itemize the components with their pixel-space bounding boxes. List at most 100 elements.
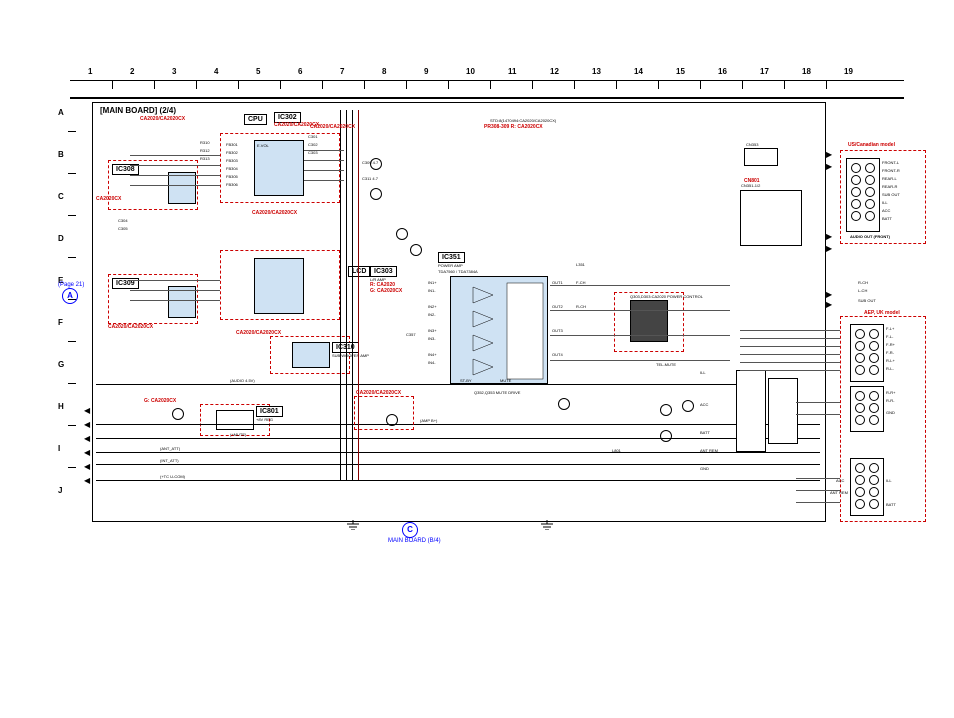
row-f: F: [58, 318, 63, 327]
out-arrow-4: ▶: [826, 244, 832, 253]
row-g: G: [58, 360, 64, 369]
c305: C305: [118, 226, 128, 231]
col-4: 4: [214, 67, 218, 76]
row-d: D: [58, 234, 64, 243]
row-c: C: [58, 192, 64, 201]
mute-drive-note: Q352,Q353 MUTE DRIVE: [474, 390, 520, 395]
q803: [682, 400, 694, 412]
ill-lbl: ILL: [700, 370, 706, 375]
audio-out-front: AUDIO OUT (FRONT): [850, 234, 890, 239]
ic351-desc: POWER AMP: [438, 263, 463, 268]
bus-mute: [96, 438, 820, 439]
col-5: 5: [256, 67, 260, 76]
col-7: 7: [340, 67, 344, 76]
cn802: CN801: [744, 178, 760, 184]
col-9: 9: [424, 67, 428, 76]
out-arrow-2: ▶: [826, 162, 832, 171]
bus-ucom: [96, 480, 820, 481]
col-1: 1: [88, 67, 92, 76]
cn803: [736, 370, 766, 452]
fb304: FB304: [226, 166, 238, 171]
out-arrow-1: ▶: [826, 150, 832, 159]
ic308-body: [168, 172, 196, 204]
bus-audio45v: [96, 384, 736, 385]
us-title: US/Canadian model: [848, 142, 895, 148]
ic310-body: [292, 342, 330, 368]
std-note: STD:8(1470494:CA2020/CA2020CX): [490, 118, 556, 123]
page-ref-c: C: [402, 522, 418, 538]
gnd-lbl: GND: [700, 466, 709, 471]
col-11: 11: [508, 67, 516, 76]
row-b: B: [58, 150, 64, 159]
ic351-label: IC351: [438, 252, 465, 263]
row-j: J: [58, 486, 62, 495]
cpu-label: CPU: [244, 114, 267, 125]
col-2: 2: [130, 67, 134, 76]
q304: [396, 228, 408, 240]
page-ref-a: A: [62, 288, 78, 304]
ic303-label: IC303: [370, 266, 397, 277]
fb302: FB302: [226, 150, 238, 155]
ic351-internals: [451, 277, 549, 385]
antrem-lbl: ANT REM: [700, 448, 718, 453]
col-8: 8: [382, 67, 386, 76]
col-6: 6: [298, 67, 302, 76]
us-conn: [846, 158, 880, 232]
ic801-body: [216, 410, 254, 430]
page-ref-text: (Page 21): [58, 282, 84, 288]
row-ruler: A B C D E F G H I J: [58, 96, 72, 538]
aep-conn-3: [850, 458, 884, 516]
ic302b-body: [254, 258, 304, 314]
col-12: 12: [550, 67, 559, 76]
fb303: FB303: [226, 158, 238, 163]
sub-out: SUB OUT: [858, 298, 876, 303]
q305: [410, 244, 422, 256]
col-17: 17: [760, 67, 769, 76]
sheet-title: [MAIN BOARD] (2/4): [100, 106, 176, 115]
psu-note: PR308-309 R: CA2020CX: [484, 124, 543, 130]
batt-lbl: BATT: [700, 430, 710, 435]
ground-icon: [346, 520, 360, 530]
q352: [558, 398, 570, 410]
column-ruler: 1 2 3 4 5 6 7 8 9 10 11 12 13 14 15 16 1…: [70, 80, 904, 99]
row-i: I: [58, 444, 60, 453]
ic308-ann: CA2020CX: [96, 196, 121, 202]
fb301: FB301: [226, 142, 238, 147]
aep-title: AEP, UK model: [864, 310, 900, 316]
ic302-body: E.VOL: [254, 140, 304, 196]
bus-ampbplus: [96, 424, 820, 425]
fb305: FB305: [226, 174, 238, 179]
ic310-desc: SUB WOOFER AMP: [332, 353, 369, 358]
q801: [660, 404, 672, 416]
acc-lbl: ACC: [700, 402, 708, 407]
c304: C304: [118, 218, 128, 223]
col-18: 18: [802, 67, 811, 76]
cn803-outer: [768, 378, 798, 444]
ic351-part: TDA7560 / TDA7384A: [438, 269, 478, 274]
ground-icon: [540, 520, 554, 530]
col-3: 3: [172, 67, 176, 76]
ic351-body: [450, 276, 548, 384]
ic801-label: IC801: [256, 406, 283, 417]
q302: [370, 188, 382, 200]
q802: [660, 430, 672, 442]
tel-mute: TEL-MUTE: [656, 362, 676, 367]
col-16: 16: [718, 67, 727, 76]
mute-redbox: [354, 396, 414, 430]
ic310-ann: CA2020/CA2020CX: [236, 330, 281, 336]
col-14: 14: [634, 67, 643, 76]
row-a: A: [58, 108, 64, 117]
aep-conn-1: [850, 324, 884, 382]
cn351-block: CN351-1/2: [740, 190, 802, 246]
out-arrow-3: ▶: [826, 232, 832, 241]
bottom-note: MAIN BOARD (B/4): [388, 538, 441, 544]
out-arrow-6: ▶: [826, 300, 832, 309]
schematic-root: 1 2 3 4 5 6 7 8 9 10 11 12 13 14 15 16 1…: [0, 0, 954, 718]
ic801-desc: +8V REG: [256, 417, 273, 422]
out-arrow-5: ▶: [826, 290, 832, 299]
col-19: 19: [844, 67, 853, 76]
aep-conn-2: [850, 386, 884, 432]
col-15: 15: [676, 67, 685, 76]
col-13: 13: [592, 67, 601, 76]
ic309-ann: CA2020/CA2020CX: [108, 324, 153, 330]
